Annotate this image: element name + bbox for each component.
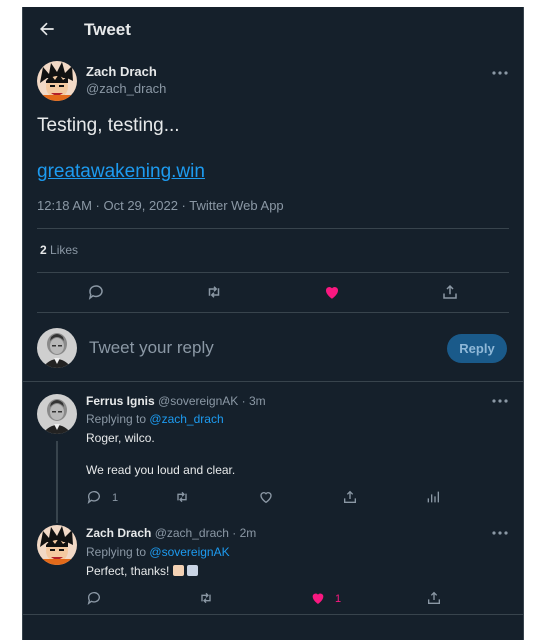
back-arrow-icon[interactable] <box>37 19 57 39</box>
share-icon[interactable] <box>441 283 459 301</box>
reply-count: 1 <box>112 492 119 504</box>
author-handle[interactable]: @zach_drach <box>86 81 166 96</box>
retweet-icon[interactable] <box>174 489 190 505</box>
share-icon[interactable] <box>426 590 442 606</box>
avatar[interactable] <box>37 394 77 434</box>
portrait-avatar-icon <box>37 328 77 368</box>
reply-button[interactable]: Reply <box>447 334 507 363</box>
divider <box>23 381 523 382</box>
goku-avatar-icon <box>37 525 77 565</box>
heart-filled-icon[interactable] <box>310 590 326 606</box>
tweet-timestamp[interactable]: 12:18 AM · Oct 29, 2022 <box>37 198 178 213</box>
tweet-link[interactable]: greatawakening.win <box>37 161 205 183</box>
reply-text: Perfect, thanks! <box>86 564 199 578</box>
thumbs-up-icon <box>172 565 184 576</box>
header: Tweet <box>23 7 523 51</box>
divider <box>23 614 523 615</box>
reply-icon[interactable] <box>86 489 102 505</box>
reply-time[interactable]: · 2m <box>232 526 256 540</box>
portrait-avatar-icon <box>37 394 77 434</box>
likes-label: Likes <box>50 243 79 257</box>
thread-line <box>56 441 58 523</box>
reply-icon[interactable] <box>87 283 105 301</box>
avatar[interactable] <box>37 525 77 565</box>
heart-icon[interactable] <box>258 489 274 505</box>
divider <box>37 312 509 313</box>
author-handle[interactable]: @sovereignAK <box>158 394 238 408</box>
author-name[interactable]: Ferrus Ignis <box>86 394 155 408</box>
meta-separator: · <box>177 198 190 213</box>
retweet-icon[interactable] <box>205 283 223 301</box>
avatar[interactable] <box>37 328 77 368</box>
reply-text-content: Perfect, thanks! <box>86 564 170 578</box>
share-icon[interactable] <box>342 489 358 505</box>
retweet-icon[interactable] <box>198 590 214 606</box>
goku-avatar-icon <box>37 61 77 101</box>
author-handle[interactable]: @zach_drach <box>155 526 229 540</box>
more-options-icon[interactable] <box>490 391 510 411</box>
reply-input[interactable]: Tweet your reply <box>89 338 214 358</box>
heart-filled-icon[interactable] <box>323 283 341 301</box>
page-title: Tweet <box>84 20 131 39</box>
reply-text-line-2: We read you loud and clear. <box>86 463 236 477</box>
likes-count: 2 <box>40 243 47 257</box>
author-name[interactable]: Zach Drach <box>86 64 157 79</box>
tweet-text: Testing, testing... <box>37 115 180 136</box>
divider <box>37 272 509 273</box>
more-options-icon[interactable] <box>490 63 510 83</box>
reply-header: Zach Drach @zach_drach · 2m <box>86 526 256 540</box>
divider <box>37 228 509 229</box>
replying-to: Replying to @sovereignAK <box>86 545 230 559</box>
avatar[interactable] <box>37 61 77 101</box>
reply-time[interactable]: · 3m <box>242 394 266 408</box>
more-options-icon[interactable] <box>490 523 510 543</box>
tweet-source[interactable]: Twitter Web App <box>189 198 283 213</box>
reply-text-line-1: Roger, wilco. <box>86 431 155 445</box>
replying-to-label: Replying to <box>86 545 147 559</box>
like-count: 1 <box>335 593 342 605</box>
tweet-meta: 12:18 AM · Oct 29, 2022 · Twitter Web Ap… <box>37 198 284 213</box>
folded-hands-icon <box>187 565 199 576</box>
replying-to-handle[interactable]: @sovereignAK <box>149 545 229 559</box>
replying-to-label: Replying to <box>86 412 147 426</box>
reply-header: Ferrus Ignis @sovereignAK · 3m <box>86 394 266 408</box>
replying-to: Replying to @zach_drach <box>86 412 224 426</box>
analytics-icon[interactable] <box>425 489 441 505</box>
replying-to-handle[interactable]: @zach_drach <box>149 412 223 426</box>
reply-icon[interactable] <box>86 590 102 606</box>
likes-summary[interactable]: 2 Likes <box>40 243 78 257</box>
tweet-page: Tweet Zach Drach @zach_drach Testing, te… <box>22 7 524 640</box>
author-name[interactable]: Zach Drach <box>86 526 151 540</box>
